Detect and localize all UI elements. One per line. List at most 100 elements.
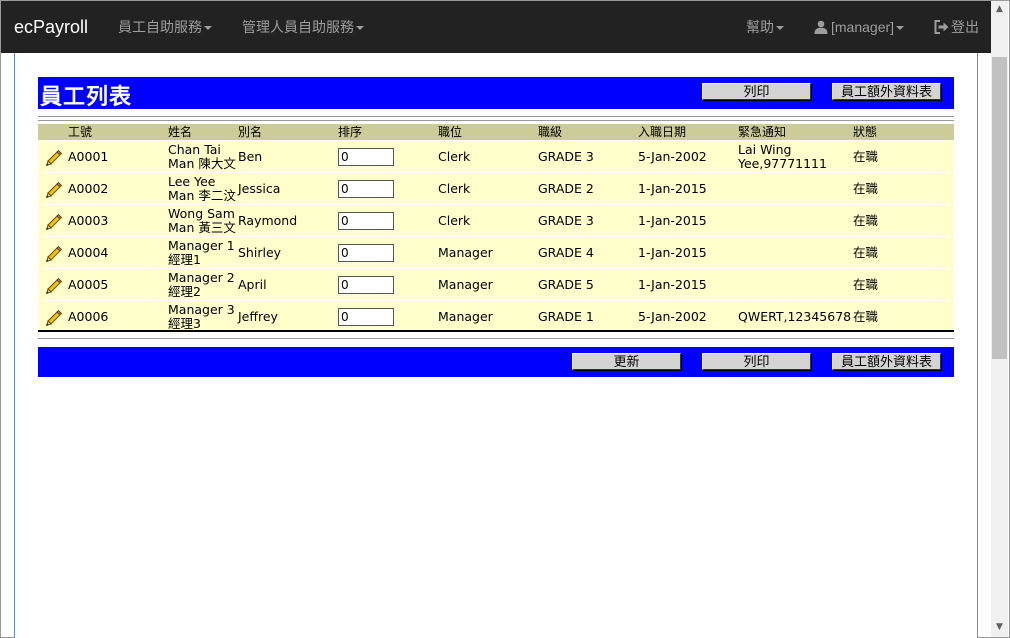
cell-position: Clerk (438, 172, 538, 205)
cell-emergency-contact (738, 204, 853, 237)
edit-cell[interactable] (38, 268, 68, 301)
cell-alias: Jeffrey (238, 300, 338, 332)
title-bar: 員工列表 列印 員工額外資料表 (38, 77, 954, 110)
top-navbar: ecPayroll 員工自助服務 管理人員自助服務 幫助 [manager] 登… (1, 1, 991, 53)
update-button[interactable]: 更新 (572, 353, 681, 370)
cell-grade: GRADE 3 (538, 140, 638, 173)
name-line-2: Man 黃三文 (168, 219, 236, 235)
pencil-icon[interactable] (45, 180, 63, 198)
cell-status: 在職 (853, 236, 954, 269)
name-line-2: Man 陳大文 (168, 155, 236, 171)
pencil-icon[interactable] (45, 148, 63, 166)
cell-position: Manager (438, 236, 538, 269)
cell-name: Wong Sam Man 黃三文 (168, 204, 238, 237)
edit-cell[interactable] (38, 300, 68, 332)
cell-emergency-contact (738, 268, 853, 301)
extra-info-button-bottom[interactable]: 員工額外資料表 (832, 353, 941, 370)
cell-name: Chan Tai Man 陳大文 (168, 140, 238, 173)
cell-alias: Ben (238, 140, 338, 173)
table-row: A0005 Manager 2經理2 April Manager GRADE 5… (38, 268, 954, 301)
cell-grade: GRADE 4 (538, 236, 638, 269)
logout-icon (934, 20, 949, 34)
cell-grade: GRADE 1 (538, 300, 638, 332)
edit-cell[interactable] (38, 204, 68, 237)
pencil-icon[interactable] (45, 244, 63, 262)
cell-emergency-contact: Lai Wing Yee,97771111 (738, 140, 853, 173)
name-line-2: 經理3 (168, 315, 201, 331)
cell-join-date: 1-Jan-2015 (638, 204, 738, 237)
header-name: 姓名 (168, 124, 238, 141)
cell-status: 在職 (853, 268, 954, 301)
employee-self-service-label: 員工自助服務 (118, 19, 202, 35)
table-row: A0003 Wong SamMan 黃三文 Raymond Clerk GRAD… (38, 204, 954, 237)
order-input[interactable] (338, 307, 394, 326)
cell-join-date: 1-Jan-2015 (638, 172, 738, 205)
header-alias: 別名 (238, 124, 338, 141)
cell-position: Manager (438, 268, 538, 301)
edit-cell[interactable] (38, 140, 68, 173)
header-join-date: 入職日期 (638, 124, 738, 141)
order-input[interactable] (338, 243, 394, 262)
order-input[interactable] (338, 275, 394, 294)
user-menu[interactable]: [manager] (814, 1, 905, 53)
cell-alias: April (238, 268, 338, 301)
pencil-icon[interactable] (45, 308, 63, 326)
order-input[interactable] (338, 211, 394, 230)
order-input[interactable] (338, 147, 394, 166)
content-frame: 員工列表 列印 員工額外資料表 工號 姓名 別名 排序 職位 職級 入職日期 緊… (14, 53, 978, 638)
cell-name: Lee Yee Man 李二汶 (168, 172, 238, 205)
name-line-1: Chan Tai (168, 141, 221, 157)
employee-table: 工號 姓名 別名 排序 職位 職級 入職日期 緊急通知 狀態 A0001 Cha… (38, 124, 954, 332)
brand-link[interactable]: ecPayroll (14, 1, 88, 53)
manager-self-service-menu[interactable]: 管理人員自助服務 (242, 1, 364, 53)
vertical-scrollbar[interactable]: ▲ ▼ (991, 1, 1008, 637)
caret-down-icon (896, 26, 905, 31)
cell-join-date: 1-Jan-2015 (638, 268, 738, 301)
edit-cell[interactable] (38, 236, 68, 269)
scroll-up-icon[interactable]: ▲ (991, 1, 1008, 18)
edit-cell[interactable] (38, 172, 68, 205)
emergency-line-2: Yee,97771111 (738, 155, 827, 171)
cell-employee-id: A0003 (68, 204, 168, 237)
name-line-1: Manager 1 (168, 237, 235, 253)
cell-join-date: 5-Jan-2002 (638, 300, 738, 332)
header-employee-id: 工號 (68, 124, 168, 141)
scroll-thumb[interactable] (992, 57, 1007, 359)
cell-grade: GRADE 2 (538, 172, 638, 205)
cell-join-date: 1-Jan-2015 (638, 236, 738, 269)
emergency-line-1: QWERT,12345678 (738, 308, 852, 324)
pencil-icon[interactable] (45, 212, 63, 230)
extra-info-button-top[interactable]: 員工額外資料表 (832, 83, 941, 100)
caret-down-icon (356, 26, 364, 31)
cell-grade: GRADE 5 (538, 268, 638, 301)
cell-order (338, 236, 438, 269)
header-emergency-contact: 緊急通知 (738, 124, 853, 141)
cell-status: 在職 (853, 140, 954, 173)
manager-self-service-label: 管理人員自助服務 (242, 19, 354, 35)
cell-status: 在職 (853, 172, 954, 205)
order-input[interactable] (338, 179, 394, 198)
cell-emergency-contact (738, 236, 853, 269)
name-line-1: Manager 3 (168, 301, 235, 317)
table-row: A0004 Manager 1經理1 Shirley Manager GRADE… (38, 236, 954, 269)
cell-name: Manager 2 經理2 (168, 268, 238, 301)
print-button-bottom[interactable]: 列印 (702, 353, 811, 370)
help-label: 幫助 (746, 19, 774, 35)
logout-link[interactable]: 登出 (934, 1, 979, 53)
divider (38, 120, 954, 121)
cell-order (338, 300, 438, 332)
scroll-down-icon[interactable]: ▼ (991, 619, 1008, 636)
cell-alias: Shirley (238, 236, 338, 269)
cell-status: 在職 (853, 300, 954, 332)
cell-order (338, 172, 438, 205)
emergency-line-1: Lai Wing (738, 141, 792, 157)
name-line-1: Lee Yee (168, 173, 216, 189)
help-menu[interactable]: 幫助 (746, 1, 784, 53)
cell-emergency-contact: QWERT,12345678 (738, 300, 853, 332)
cell-name: Manager 3 經理3 (168, 300, 238, 332)
name-line-1: Wong Sam (168, 205, 235, 221)
employee-self-service-menu[interactable]: 員工自助服務 (118, 1, 212, 53)
table-row: A0001 Chan TaiMan 陳大文 Ben Clerk GRADE 3 … (38, 140, 954, 173)
pencil-icon[interactable] (45, 276, 63, 294)
print-button-top[interactable]: 列印 (702, 83, 811, 100)
